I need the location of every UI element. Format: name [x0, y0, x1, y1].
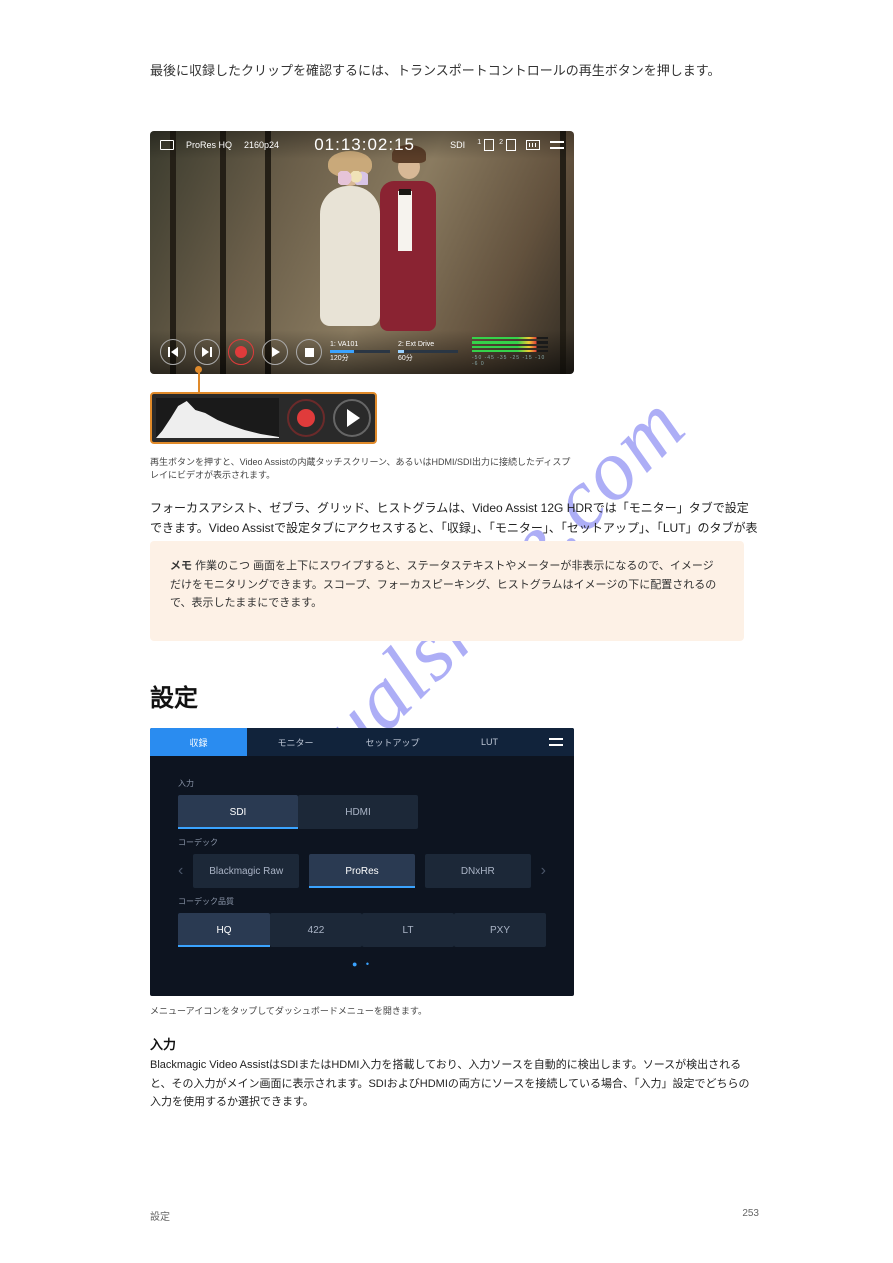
- input-subheading: 入力: [150, 1034, 176, 1053]
- page-intro-text: 最後に収録したクリップを確認するには、トランスポートコントロールの再生ボタンを押…: [150, 60, 720, 79]
- quality-lt[interactable]: LT: [362, 913, 454, 947]
- tab-lut[interactable]: LUT: [441, 728, 538, 756]
- note-label: メモ: [170, 560, 192, 572]
- callout-record-button[interactable]: [287, 399, 325, 437]
- monitor-caption: 再生ボタンを押すと、Video Assistの内蔵タッチスクリーン、あるいはHD…: [150, 455, 574, 481]
- footer-section: 設定: [150, 1208, 170, 1223]
- codec-option-prores[interactable]: ProRes: [309, 854, 415, 888]
- input-option-hdmi[interactable]: HDMI: [298, 795, 418, 829]
- monitor-preview: ProRes HQ 2160p24 01:13:02:15 SDI 12 1: …: [150, 131, 574, 374]
- histogram: [156, 398, 279, 438]
- codec-option-dnxhr[interactable]: DNxHR: [425, 854, 531, 888]
- input-option-sdi[interactable]: SDI: [178, 795, 298, 829]
- codec-section-label: コーデック: [178, 837, 546, 848]
- input-label: SDI: [450, 140, 465, 150]
- resolution-label: 2160p24: [244, 140, 279, 150]
- tab-monitor[interactable]: モニター: [247, 728, 344, 756]
- page-footer: 設定 253: [150, 1208, 759, 1223]
- bride-figure: [320, 186, 380, 326]
- tab-record[interactable]: 収録: [150, 728, 247, 756]
- drive2-status[interactable]: 2: Ext Drive 60分: [398, 341, 458, 363]
- sd1-icon[interactable]: [484, 139, 494, 151]
- quality-422[interactable]: 422: [270, 913, 362, 947]
- codec-option-braw[interactable]: Blackmagic Raw: [193, 854, 299, 888]
- input-body-text: Blackmagic Video AssistはSDIまたはHDMI入力を搭載し…: [150, 1056, 759, 1112]
- footer-page-number: 253: [742, 1208, 759, 1223]
- fullscreen-icon[interactable]: [160, 140, 174, 150]
- quality-pxy[interactable]: PXY: [454, 913, 546, 947]
- codec-next[interactable]: ›: [541, 862, 546, 880]
- play-button[interactable]: [262, 339, 288, 365]
- callout-play-button[interactable]: [333, 399, 371, 437]
- input-section-label: 入力: [178, 778, 546, 789]
- quality-hq[interactable]: HQ: [178, 913, 270, 947]
- callout-panel: [150, 392, 377, 444]
- scopes-icon[interactable]: [526, 140, 540, 150]
- record-button[interactable]: [228, 339, 254, 365]
- settings-panel: 収録 モニター セットアップ LUT 入力 SDI HDMI コーデック ‹ B…: [150, 728, 574, 996]
- flower-crown: [338, 171, 368, 185]
- note-box: メモ 作業のこつ 画面を上下にスワイプすると、ステータステキストやメーターが非表…: [150, 541, 744, 641]
- gear-icon: [549, 736, 563, 748]
- settings-heading: 設定: [150, 678, 198, 713]
- drive1-status[interactable]: 1: VA101 120分: [330, 341, 390, 363]
- audio-meters[interactable]: -50 -45 -35 -25 -15 -10 -6 0: [472, 337, 548, 367]
- tab-setup[interactable]: セットアップ: [344, 728, 441, 756]
- stop-button[interactable]: [296, 339, 322, 365]
- quality-section-label: コーデック品質: [178, 896, 546, 907]
- skip-back-button[interactable]: [160, 339, 186, 365]
- codec-label: ProRes HQ: [186, 140, 232, 150]
- note-text: 作業のこつ 画面を上下にスワイプすると、ステータステキストやメーターが非表示にな…: [170, 560, 716, 609]
- sd2-icon[interactable]: [506, 139, 516, 151]
- timecode: 01:13:02:15: [291, 135, 438, 155]
- skip-fwd-button[interactable]: [194, 339, 220, 365]
- page-dots[interactable]: ● •: [178, 959, 546, 969]
- settings-icon[interactable]: [550, 139, 564, 151]
- tab-gear[interactable]: [538, 728, 574, 756]
- codec-prev[interactable]: ‹: [178, 862, 183, 880]
- settings-caption: メニューアイコンをタップしてダッシュボードメニューを開きます。: [150, 1004, 427, 1017]
